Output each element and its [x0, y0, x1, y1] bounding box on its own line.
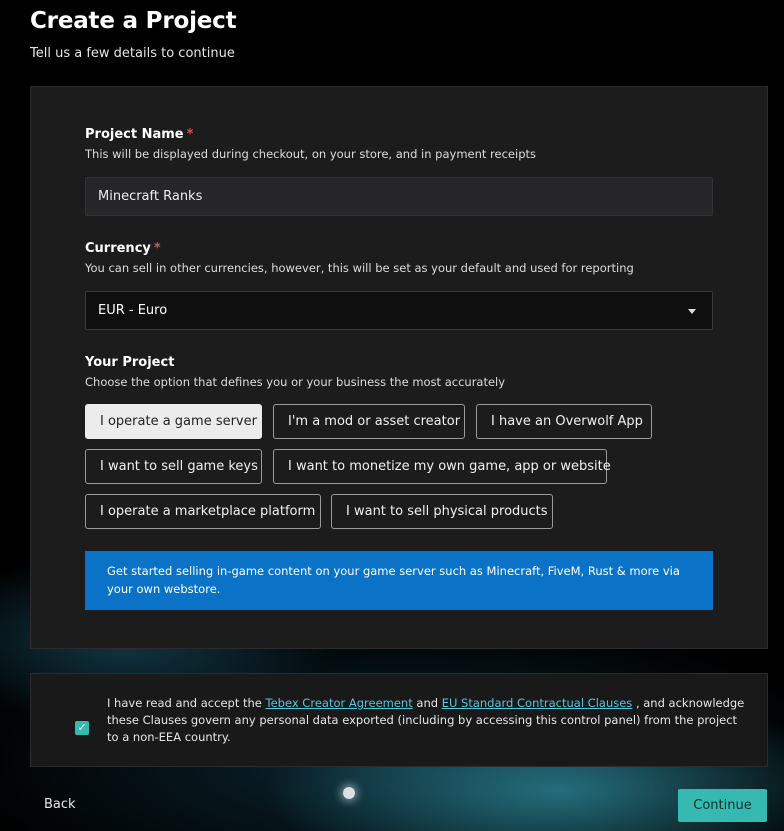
star-glow [343, 787, 355, 799]
your-project-help: Choose the option that defines you or yo… [85, 375, 506, 389]
required-mark: * [186, 127, 194, 142]
currency-selected-value: EUR - Euro [98, 303, 168, 318]
currency-help: You can sell in other currencies, howeve… [85, 261, 634, 275]
your-project-label: Your Project [85, 355, 175, 370]
option-overwolf-app[interactable]: I have an Overwolf App [476, 404, 652, 439]
currency-select[interactable]: EUR - Euro [85, 291, 713, 330]
project-type-info-box: Get started selling in-game content on y… [85, 551, 713, 610]
check-icon: ✓ [77, 721, 87, 734]
option-game-keys[interactable]: I want to sell game keys [85, 449, 262, 484]
chevron-down-icon [688, 309, 696, 314]
continue-button[interactable]: Continue [678, 789, 767, 822]
eu-clauses-link[interactable]: EU Standard Contractual Clauses [442, 696, 633, 710]
page-title: Create a Project [30, 8, 237, 34]
consent-text: I have read and accept the Tebex Creator… [107, 696, 745, 744]
project-form-card: Project Name * This will be displayed dur… [30, 86, 768, 649]
back-button[interactable]: Back [44, 797, 76, 812]
currency-label: Currency [85, 241, 151, 256]
project-name-input[interactable]: Minecraft Ranks [85, 177, 713, 216]
option-marketplace[interactable]: I operate a marketplace platform [85, 494, 321, 529]
currency-label-group: Currency * You can sell in other currenci… [85, 241, 715, 275]
option-game-server[interactable]: I operate a game server [85, 404, 262, 439]
project-name-help: This will be displayed during checkout, … [85, 147, 537, 161]
consent-panel: ✓ I have read and accept the Tebex Creat… [30, 673, 768, 767]
tebex-agreement-link[interactable]: Tebex Creator Agreement [266, 696, 413, 710]
option-monetize-own[interactable]: I want to monetize my own game, app or w… [273, 449, 611, 484]
option-mod-creator[interactable]: I'm a mod or asset creator [273, 404, 465, 439]
option-physical-products[interactable]: I want to sell physical products [331, 494, 553, 529]
project-name-label: Project Name [85, 127, 184, 142]
required-mark: * [153, 241, 161, 256]
project-name-label-group: Project Name * This will be displayed dur… [85, 127, 715, 161]
your-project-label-group: Your Project Choose the option that defi… [85, 355, 715, 389]
consent-checkbox[interactable]: ✓ [75, 721, 89, 735]
page-subtitle: Tell us a few details to continue [30, 46, 235, 61]
